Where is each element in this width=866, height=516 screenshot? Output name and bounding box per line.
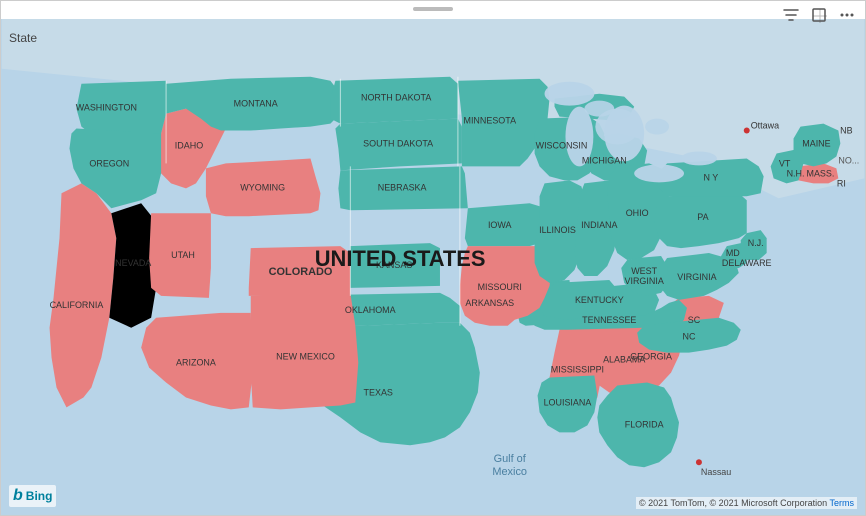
terms-link[interactable]: Terms bbox=[830, 498, 855, 508]
bing-logo: b Bing bbox=[9, 485, 56, 507]
more-icon[interactable] bbox=[837, 5, 857, 25]
copyright-bar: © 2021 TomTom, © 2021 Microsoft Corporat… bbox=[636, 497, 857, 509]
bing-text: Bing bbox=[26, 489, 53, 503]
copyright-text: © 2021 TomTom, © 2021 Microsoft Corporat… bbox=[639, 498, 827, 508]
nassau-label: Nassau bbox=[701, 467, 731, 477]
map-container[interactable]: WASHINGTON OREGON CALIFORNIA NEVADA IDAH… bbox=[1, 19, 865, 515]
nova-scotia-label: NO... bbox=[838, 155, 859, 165]
filter-icon[interactable] bbox=[781, 5, 801, 25]
ottawa-label: Ottawa bbox=[751, 121, 779, 131]
state-filter-label: State bbox=[9, 31, 37, 45]
gulf-of-mexico-label: Gulf of bbox=[494, 453, 527, 465]
expand-icon[interactable] bbox=[809, 5, 829, 25]
gulf-of-mexico-label2: Mexico bbox=[492, 466, 527, 478]
drag-handle[interactable] bbox=[413, 7, 453, 11]
toolbar bbox=[781, 5, 857, 25]
main-container: State bbox=[0, 0, 866, 516]
bing-b-icon: b bbox=[13, 487, 23, 505]
